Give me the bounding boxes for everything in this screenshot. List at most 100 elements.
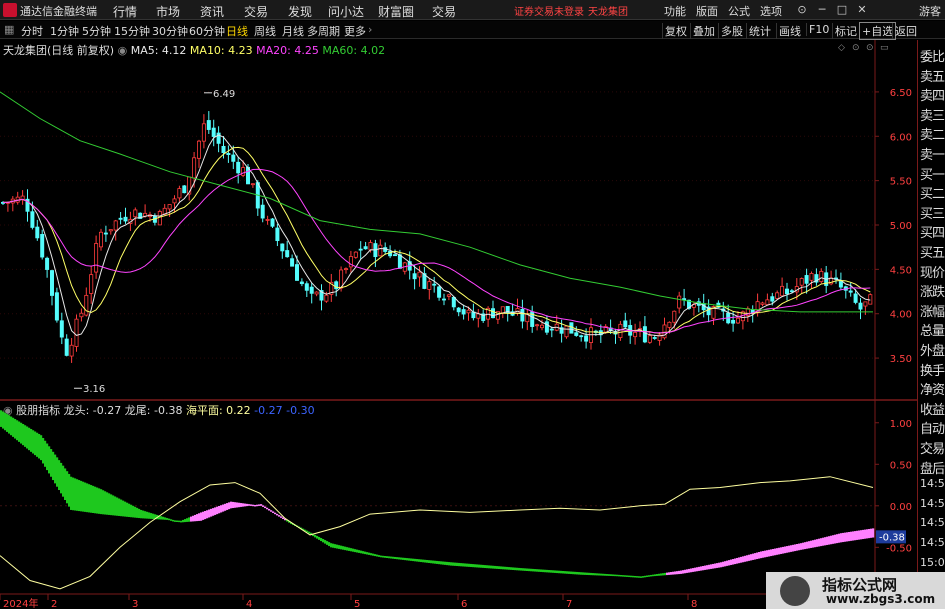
minimize-icon[interactable]: ─: [814, 2, 830, 17]
indicator-band: [764, 550, 767, 558]
tab-intraday[interactable]: 分时: [21, 23, 43, 39]
indicator-band: [434, 560, 437, 564]
indicator-band: [596, 573, 599, 576]
side-panel-item: 买一: [920, 167, 945, 183]
indicator-band: [190, 516, 193, 522]
help-icon[interactable]: ⊙: [794, 2, 810, 17]
tab-weekly[interactable]: 周线: [254, 23, 276, 39]
overlay-button[interactable]: 叠加: [690, 23, 717, 39]
indicator-band: [798, 543, 801, 551]
grid-icon[interactable]: ▦: [4, 23, 14, 36]
indicator-band: [848, 532, 851, 542]
indicator-band: [232, 501, 235, 509]
indicator-band: [542, 569, 545, 573]
tab-more[interactable]: 更多: [344, 23, 366, 39]
indicator-band: [242, 503, 245, 507]
indicator-band: [412, 558, 415, 562]
indicator-band: [78, 480, 81, 512]
tab-30min[interactable]: 30分钟: [152, 23, 188, 39]
indicator-band: [668, 572, 671, 575]
tab-5min[interactable]: 5分钟: [82, 23, 111, 39]
indicator-band: [768, 549, 771, 557]
indicator-band: [688, 568, 691, 573]
menu-options[interactable]: 选项: [760, 3, 782, 19]
menu-item-trade[interactable]: 交易: [244, 3, 268, 20]
tab-60min[interactable]: 60分钟: [189, 23, 225, 39]
indicator-band: [794, 544, 797, 552]
side-panel-item[interactable]: 自动: [920, 418, 945, 437]
indicator-band: [400, 557, 403, 560]
mark-button[interactable]: 标记: [832, 23, 859, 39]
maximize-icon[interactable]: □: [834, 2, 850, 17]
tab-15min[interactable]: 15分钟: [114, 23, 150, 39]
candle-body: [358, 248, 363, 251]
indicator-band: [74, 478, 77, 511]
indicator-band: [722, 561, 725, 567]
back-button[interactable]: 返回: [892, 23, 919, 39]
indicator-band: [334, 544, 337, 549]
menu-function[interactable]: 功能: [664, 3, 686, 19]
menu-layout[interactable]: 版面: [696, 3, 718, 19]
guest-label[interactable]: 游客: [919, 3, 941, 19]
tab-multi-period[interactable]: 多周期: [307, 23, 340, 39]
candle-body: [642, 326, 647, 343]
indicator-band: [444, 561, 447, 565]
menu-item-caifuquan[interactable]: 财富圈: [378, 3, 414, 20]
menu-item-quotes[interactable]: 行情: [113, 3, 137, 20]
indicator-band: [40, 435, 43, 461]
menu-item-market[interactable]: 市场: [156, 3, 180, 20]
indicator-band: [772, 548, 775, 556]
menu-item-wenxiaoda[interactable]: 问小达: [328, 3, 364, 20]
f10-button[interactable]: F10: [806, 23, 831, 36]
indicator-band: [790, 545, 793, 552]
multi-stock-button[interactable]: 多股: [718, 23, 745, 39]
indicator-band: [148, 512, 151, 519]
tab-monthly[interactable]: 月线: [282, 23, 304, 39]
menu-item-discover[interactable]: 发现: [288, 3, 312, 20]
side-panel-item[interactable]: 交易: [920, 438, 945, 457]
tab-daily[interactable]: 日线: [226, 23, 248, 39]
candle-body: [574, 332, 579, 336]
indicator-band: [358, 550, 361, 553]
menu-item-news[interactable]: 资讯: [200, 3, 224, 20]
indicator-band: [68, 473, 71, 507]
indicator-band: [172, 519, 175, 522]
indicator-band: [258, 504, 261, 506]
indicator-band: [408, 558, 411, 561]
x-tick-label: 5: [354, 599, 360, 609]
chart-area[interactable]: 6.50 6.00 5.50 5.00 4.50 4.00 3.50 1.00 0.50 0.00…: [0, 40, 917, 609]
indicator-band: [580, 572, 583, 575]
close-icon[interactable]: ✕: [854, 2, 870, 17]
y-tick-label: 4.00: [890, 310, 912, 321]
indicator-band: [544, 569, 547, 573]
restore-rights-button[interactable]: 复权: [662, 23, 689, 39]
indicator-band: [348, 547, 351, 551]
candle-body: [54, 292, 59, 321]
y-tick-label: 5.00: [890, 221, 912, 232]
candle-body: [858, 302, 863, 310]
menu-item-trade-2[interactable]: 交易: [432, 3, 456, 20]
indicator-band: [750, 554, 753, 561]
indicator-band: [774, 548, 777, 556]
indicator-band: [164, 517, 167, 520]
statistics-button[interactable]: 统计: [746, 23, 773, 39]
low-annotation: 3.16: [83, 384, 105, 395]
candle-body: [226, 153, 231, 156]
indicator-band: [792, 544, 795, 552]
indicator-band: [480, 564, 483, 568]
side-panel-item[interactable]: 盘后: [920, 458, 945, 477]
indicator-band: [230, 501, 233, 509]
login-status[interactable]: 证券交易未登录: [514, 3, 584, 18]
menu-formula[interactable]: 公式: [728, 3, 750, 19]
chevron-right-icon[interactable]: ›: [368, 23, 372, 36]
indicator-band: [778, 547, 781, 555]
indicator-band: [870, 528, 873, 538]
add-watchlist-button[interactable]: +自选: [859, 22, 897, 40]
indicator-band: [594, 573, 597, 576]
tab-1min[interactable]: 1分钟: [50, 23, 79, 39]
candle-body: [309, 286, 314, 294]
indicator-band: [450, 562, 453, 566]
side-panel-item: 委比: [920, 50, 945, 65]
indicator-band: [626, 575, 629, 577]
draw-line-button[interactable]: 画线: [776, 23, 803, 39]
